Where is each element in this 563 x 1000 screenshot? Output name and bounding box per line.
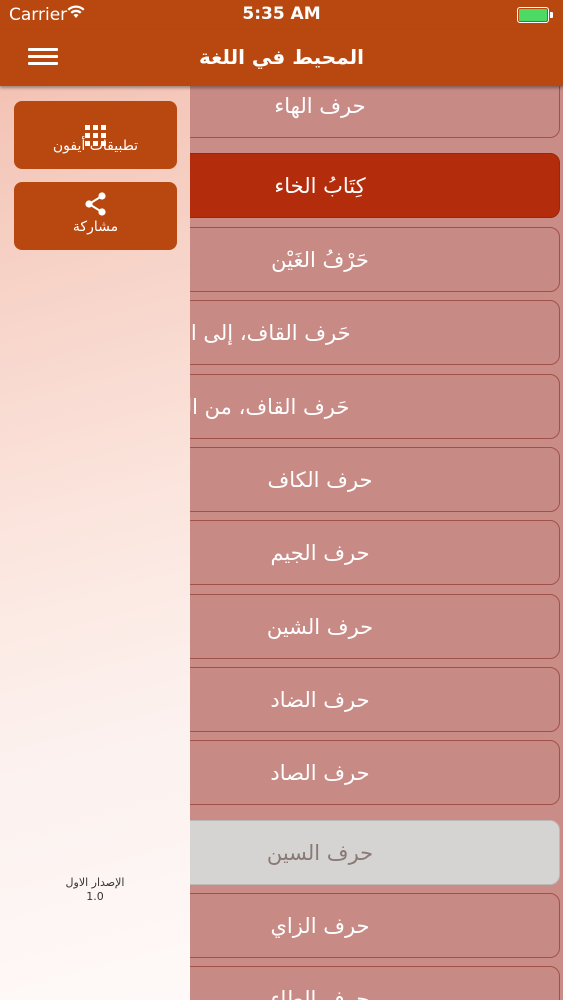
- list-item-selected[interactable]: كِتَابُ الخاء: [140, 153, 560, 218]
- iphone-apps-button[interactable]: تطبيقات أيفون: [14, 101, 177, 169]
- status-bar: Carrier 5:35 AM: [0, 0, 563, 30]
- list-item[interactable]: حَرف القاف، من القاف والراء: [140, 374, 560, 439]
- iphone-apps-label: تطبيقات أيفون: [52, 138, 139, 154]
- grid-icon: [14, 110, 177, 146]
- list-item[interactable]: حَرْفُ الغَيْن: [140, 227, 560, 292]
- navigation-bar: المحيط في اللغة: [0, 30, 563, 86]
- share-label: مشاركة: [72, 219, 119, 235]
- list-item-highlighted[interactable]: حرف السين: [140, 820, 560, 885]
- list-item[interactable]: حرف الهاء: [140, 86, 560, 138]
- page-title: المحيط في اللغة: [199, 45, 364, 69]
- version-number: 1.0: [86, 890, 104, 903]
- version-label: الإصدار الاول: [65, 876, 125, 889]
- side-drawer: تطبيقات أيفون مشاركة الإصدار الاول 1.0: [0, 86, 190, 1000]
- list-item[interactable]: حَرف القاف، إلى القاف والراء: [140, 300, 560, 365]
- list-item[interactable]: حرف الكاف: [140, 447, 560, 512]
- version-info: الإصدار الاول 1.0: [0, 876, 190, 904]
- share-icon: [14, 191, 177, 219]
- list-item[interactable]: حرف الزاي: [140, 893, 560, 958]
- battery-icon: [517, 7, 553, 23]
- list-item[interactable]: حرف الصاد: [140, 740, 560, 805]
- clock: 5:35 AM: [242, 4, 321, 24]
- share-button[interactable]: مشاركة: [14, 182, 177, 250]
- list-item[interactable]: حرف الشين: [140, 594, 560, 659]
- list-item[interactable]: حرف الضاد: [140, 667, 560, 732]
- list-item[interactable]: حرف الجيم: [140, 520, 560, 585]
- list-item[interactable]: حرف الطاء: [140, 966, 560, 1000]
